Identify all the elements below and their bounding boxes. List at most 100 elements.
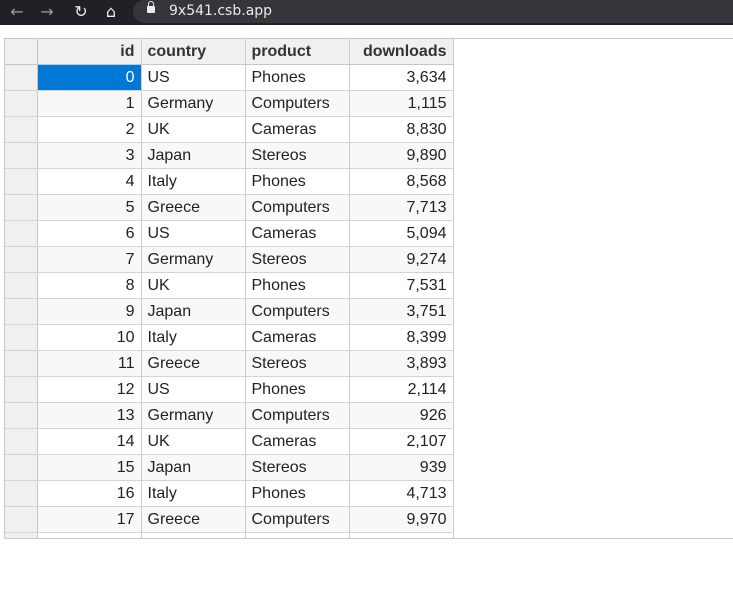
cell-country[interactable]: UK (141, 272, 246, 299)
corner-header[interactable] (5, 39, 38, 65)
cell-downloads[interactable]: 8,399 (349, 324, 454, 351)
cell-downloads[interactable]: 7,713 (349, 194, 454, 221)
cell-product[interactable]: Computers (245, 506, 350, 533)
row-header[interactable] (5, 402, 38, 429)
cell-country[interactable]: Japan (141, 298, 246, 325)
cell-id[interactable]: 5 (37, 194, 142, 221)
cell-downloads[interactable]: 9,890 (349, 142, 454, 169)
cell-product[interactable]: Computers (245, 402, 350, 429)
row-header[interactable] (5, 480, 38, 507)
cell-product[interactable]: Phones (245, 376, 350, 403)
cell-downloads[interactable]: 8,568 (349, 168, 454, 195)
cell-id[interactable]: 10 (37, 324, 142, 351)
row-header[interactable] (5, 116, 38, 143)
cell-product[interactable]: Phones (245, 64, 350, 91)
cell-id[interactable]: 17 (37, 506, 142, 533)
cell-product[interactable]: Phones (245, 272, 350, 299)
column-header-downloads[interactable]: downloads (349, 39, 454, 65)
column-header-id[interactable]: id (37, 39, 142, 65)
cell-downloads[interactable]: 5,094 (349, 220, 454, 247)
cell-downloads[interactable]: 2,107 (349, 428, 454, 455)
cell-id[interactable]: 11 (37, 350, 142, 377)
row-header[interactable] (5, 220, 38, 247)
cell-country[interactable]: Germany (141, 246, 246, 273)
cell-downloads[interactable]: 1,115 (349, 90, 454, 117)
cell-downloads[interactable]: 3,751 (349, 298, 454, 325)
column-header-country[interactable]: country (141, 39, 246, 65)
home-icon[interactable]: ⌂ (102, 2, 120, 22)
cell-product[interactable]: Stereos (245, 142, 350, 169)
reload-icon[interactable]: ↻ (72, 2, 90, 22)
cell-downloads[interactable]: 2,114 (349, 376, 454, 403)
row-header[interactable] (5, 454, 38, 481)
cell-id[interactable]: 1 (37, 90, 142, 117)
cell-country[interactable]: Italy (141, 324, 246, 351)
column-header-product[interactable]: product (245, 39, 350, 65)
cell-product[interactable]: Computers (245, 194, 350, 221)
cell-country[interactable]: Germany (141, 402, 246, 429)
cell-country[interactable]: US (141, 376, 246, 403)
cell-id[interactable]: 7 (37, 246, 142, 273)
cell-product[interactable]: Stereos (245, 454, 350, 481)
cell-country[interactable]: Greece (141, 194, 246, 221)
row-header[interactable] (5, 350, 38, 377)
cell-product[interactable]: Computers (245, 298, 350, 325)
row-header[interactable] (5, 298, 38, 325)
row-header[interactable] (5, 168, 38, 195)
cell-id[interactable]: 4 (37, 168, 142, 195)
row-header[interactable] (5, 246, 38, 273)
cell-country[interactable]: Japan (141, 142, 246, 169)
cell-downloads[interactable]: 939 (349, 454, 454, 481)
address-bar[interactable]: 9x541.csb.app (133, 0, 733, 23)
cell-downloads[interactable]: 7,531 (349, 272, 454, 299)
cell-id[interactable]: 16 (37, 480, 142, 507)
cell-downloads[interactable]: 3,893 (349, 350, 454, 377)
cell-product[interactable]: Phones (245, 168, 350, 195)
cell-downloads[interactable]: 9,970 (349, 506, 454, 533)
cell-downloads[interactable]: 3,634 (349, 64, 454, 91)
cell-id[interactable]: 12 (37, 376, 142, 403)
arrow-left-icon[interactable]: ← (8, 2, 26, 22)
cell-product[interactable]: Cameras (245, 220, 350, 247)
row-header[interactable] (5, 506, 38, 533)
cell-country[interactable]: UK (141, 116, 246, 143)
cell-id[interactable]: 2 (37, 116, 142, 143)
cell-product[interactable]: Stereos (245, 246, 350, 273)
row-header[interactable] (5, 142, 38, 169)
cell-id[interactable]: 14 (37, 428, 142, 455)
cell-id[interactable]: 6 (37, 220, 142, 247)
cell-downloads[interactable]: 9,274 (349, 246, 454, 273)
cell-country[interactable]: US (141, 220, 246, 247)
row-header[interactable] (5, 194, 38, 221)
cell-id[interactable]: 8 (37, 272, 142, 299)
cell-country[interactable]: US (141, 64, 246, 91)
arrow-right-icon[interactable]: → (38, 2, 56, 22)
row-header[interactable] (5, 64, 38, 91)
cell-country[interactable]: UK (141, 428, 246, 455)
cell-product[interactable]: Stereos (245, 350, 350, 377)
cell-country[interactable]: Italy (141, 168, 246, 195)
cell-country[interactable]: Japan (141, 454, 246, 481)
cell-product[interactable]: Cameras (245, 428, 350, 455)
cell-country[interactable]: Germany (141, 90, 246, 117)
row-header[interactable] (5, 428, 38, 455)
cell-country[interactable]: Italy (141, 480, 246, 507)
cell-id[interactable]: 9 (37, 298, 142, 325)
cell-downloads[interactable]: 926 (349, 402, 454, 429)
row-header[interactable] (5, 376, 38, 403)
cell-id[interactable]: 15 (37, 454, 142, 481)
cell-downloads[interactable]: 8,830 (349, 116, 454, 143)
row-header[interactable] (5, 324, 38, 351)
row-header[interactable] (5, 90, 38, 117)
lock-icon[interactable] (147, 1, 155, 13)
cell-downloads[interactable]: 4,713 (349, 480, 454, 507)
cell-product[interactable]: Cameras (245, 324, 350, 351)
cell-id[interactable]: 0 (37, 64, 142, 91)
cell-country[interactable]: Greece (141, 506, 246, 533)
cell-product[interactable]: Phones (245, 480, 350, 507)
cell-product[interactable]: Cameras (245, 116, 350, 143)
cell-id[interactable]: 3 (37, 142, 142, 169)
cell-country[interactable]: Greece (141, 350, 246, 377)
cell-id[interactable]: 13 (37, 402, 142, 429)
row-header[interactable] (5, 272, 38, 299)
